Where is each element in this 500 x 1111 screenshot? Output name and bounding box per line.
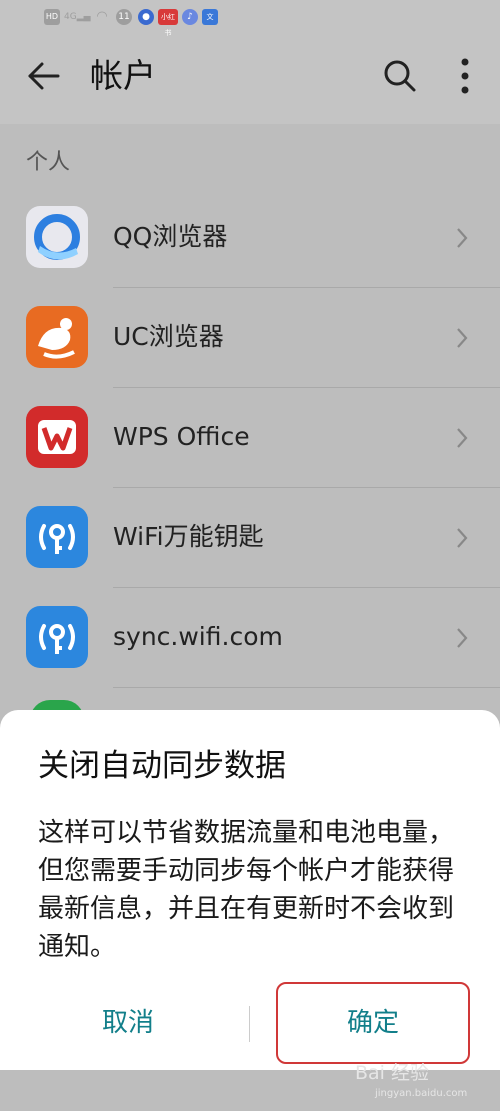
- watermark-sub: jingyan.baidu.com: [375, 1088, 468, 1099]
- chevron-right-icon: [457, 528, 468, 548]
- notification-count-icon: 11: [116, 9, 132, 25]
- app-notification-icon: 文: [202, 9, 218, 25]
- account-label: WiFi万能钥匙: [113, 522, 264, 551]
- status-bar: HD 4G▂▄ ◠ 11 ● 小红书 ♪ 文: [0, 0, 500, 37]
- search-button[interactable]: [382, 58, 418, 94]
- wifi-key-icon: [26, 506, 88, 568]
- account-label: UC浏览器: [113, 322, 224, 351]
- account-label: WPS Office: [113, 422, 250, 451]
- list-item[interactable]: UC浏览器: [0, 288, 500, 388]
- list-item[interactable]: QQ浏览器: [0, 188, 500, 288]
- app-bar: 帐户: [0, 36, 500, 124]
- hd-icon: HD: [44, 9, 60, 25]
- cancel-button[interactable]: 取消: [30, 988, 226, 1058]
- chevron-right-icon: [457, 228, 468, 248]
- app-notification-icon: 小红书: [158, 9, 178, 37]
- dialog-title: 关闭自动同步数据: [38, 748, 286, 784]
- wps-office-icon: [26, 406, 88, 468]
- qq-browser-icon: [26, 206, 88, 268]
- signal-icon: 4G▂▄: [64, 12, 91, 22]
- list-item[interactable]: WPS Office: [0, 388, 500, 488]
- confirm-dialog: 关闭自动同步数据 这样可以节省数据流量和电池电量，但您需要手动同步每个帐户才能获…: [0, 710, 500, 1070]
- chevron-right-icon: [457, 628, 468, 648]
- more-options-button[interactable]: [448, 56, 482, 96]
- divider: [113, 687, 500, 688]
- chevron-right-icon: [457, 328, 468, 348]
- dialog-message: 这样可以节省数据流量和电池电量，但您需要手动同步每个帐户才能获得最新信息，并且在…: [38, 818, 455, 962]
- uc-browser-icon: [26, 306, 88, 368]
- section-label: 个人: [26, 150, 71, 175]
- app-notification-icon: ●: [138, 9, 154, 25]
- wifi-icon: ◠: [96, 9, 108, 24]
- account-list: 个人 QQ浏览器 UC浏览器 WPS Office WiFi万能钥匙 sync.…: [0, 124, 500, 720]
- app-notification-icon: ♪: [182, 9, 198, 25]
- more-vertical-icon: [461, 58, 469, 94]
- page-title: 帐户: [90, 56, 156, 95]
- button-divider: [249, 1006, 250, 1042]
- watermark: Bai 经验: [355, 1062, 429, 1084]
- wifi-key-icon: [26, 606, 88, 668]
- list-item[interactable]: sync.wifi.com: [0, 588, 500, 688]
- back-button[interactable]: [26, 58, 62, 94]
- search-icon: [384, 60, 416, 92]
- list-item[interactable]: WiFi万能钥匙: [0, 488, 500, 588]
- account-label: QQ浏览器: [113, 222, 228, 251]
- arrow-left-icon: [28, 62, 60, 90]
- chevron-right-icon: [457, 428, 468, 448]
- account-label: sync.wifi.com: [113, 622, 283, 651]
- highlight-annotation: [276, 982, 470, 1064]
